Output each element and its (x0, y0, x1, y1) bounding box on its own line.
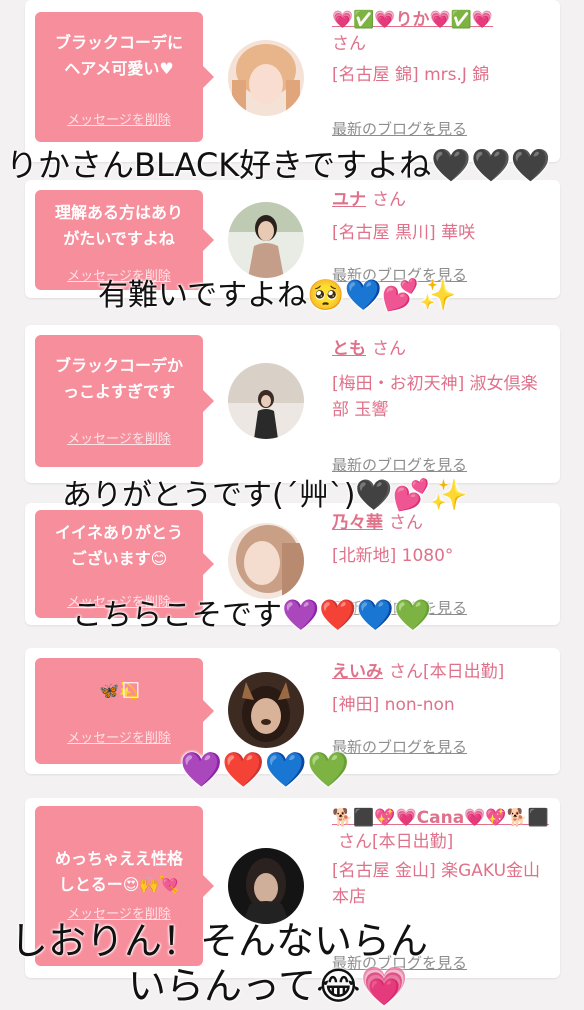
message-bubble: ブラックコーデか っこよすぎです メッセージを削除 (35, 335, 214, 467)
store-label: [梅田・お初天神] 淑女倶楽部 玉響 (332, 374, 538, 420)
member-info: えいみ さん[本日出勤] [神田] non-non 最新のブログを見る (332, 660, 557, 756)
avatar[interactable] (228, 672, 304, 748)
honorific: さん (372, 190, 406, 210)
store-label: [名古屋 金山] 楽GAKU金山本店 (332, 861, 541, 907)
honorific: さん (389, 513, 423, 533)
message-bubble: 🦋💫⃞ メッセージを削除 (35, 658, 214, 764)
store-label: [名古屋 黒川] 華咲 (332, 223, 476, 243)
honorific: さん[本日出勤] (389, 662, 505, 682)
message-text: 🦋💫⃞ (99, 681, 139, 700)
message-bubble: ブラックコーデに ヘアメ可愛い♥ メッセージを削除 (35, 12, 214, 142)
member-info: とも さん [梅田・お初天神] 淑女倶楽部 玉響 最新のブログを見る (332, 337, 557, 474)
overlay-caption-1: りかさんBLACK好きですよね🖤🖤🖤 (6, 146, 551, 184)
overlay-caption-7: いらんって😂💗 (128, 964, 408, 1008)
delete-message-link[interactable]: メッセージを削除 (35, 727, 203, 746)
member-name-link[interactable]: 💗✅💗りか💗✅💗 (332, 10, 493, 30)
overlay-caption-4: こちらこそです💜❤️💙💚 (72, 598, 432, 633)
honorific: さん (332, 34, 366, 54)
member-info: 💗✅💗りか💗✅💗 さん [名古屋 錦] mrs.J 錦 最新のブログを見る (332, 8, 557, 138)
delete-message-link[interactable]: メッセージを削除 (35, 109, 203, 128)
avatar[interactable] (228, 523, 304, 599)
avatar[interactable] (228, 363, 304, 439)
honorific: さん[本日出勤] (338, 832, 454, 852)
avatar[interactable] (228, 202, 304, 278)
member-name-link[interactable]: 乃々華 (332, 513, 383, 533)
message-text: めっちゃええ性格 しとるー😍🙌💘 (54, 849, 183, 894)
latest-blog-link[interactable]: 最新のブログを見る (332, 118, 467, 139)
message-card: ブラックコーデに ヘアメ可愛い♥ メッセージを削除 💗✅💗りか💗✅💗 さん [名… (25, 0, 560, 162)
member-name-link[interactable]: 🐕⬛💖💗Cana💗💖🐕⬛ (332, 808, 549, 828)
member-name-link[interactable]: とも (332, 339, 366, 359)
store-label: [北新地] 1080° (332, 546, 454, 566)
message-card: ブラックコーデか っこよすぎです メッセージを削除 とも さん [梅田・お初天神]… (25, 325, 560, 483)
member-name-link[interactable]: えいみ (332, 662, 383, 682)
member-info: 乃々華 さん [北新地] 1080° 最新のブログを見る (332, 511, 557, 617)
latest-blog-link[interactable]: 最新のブログを見る (332, 736, 467, 757)
message-text: ブラックコーデに ヘアメ可愛い♥ (54, 33, 183, 78)
member-info: 🐕⬛💖💗Cana💗💖🐕⬛さん[本日出勤] [名古屋 金山] 楽GAKU金山本店 … (332, 806, 557, 972)
store-label: [名古屋 錦] mrs.J 錦 (332, 65, 490, 85)
member-info: ユナ さん [名古屋 黒川] 華咲 最新のブログを見る (332, 188, 557, 284)
message-text: イイネありがとう ございます😊 (54, 523, 183, 568)
overlay-caption-3: ありがとうです(´艸`)🖤💕✨ (62, 478, 468, 513)
store-label: [神田] non-non (332, 695, 455, 715)
honorific: さん (372, 339, 406, 359)
message-text: 理解ある方はあり がたいですよね (54, 203, 183, 248)
overlay-caption-5: 💜❤️💙💚 (180, 750, 350, 790)
avatar[interactable] (228, 40, 304, 116)
delete-message-link[interactable]: メッセージを削除 (35, 428, 203, 447)
member-name-link[interactable]: ユナ (332, 190, 366, 210)
message-text: ブラックコーデか っこよすぎです (54, 356, 183, 401)
overlay-caption-2: 有難いですよね🥺💙💕✨ (98, 278, 457, 313)
